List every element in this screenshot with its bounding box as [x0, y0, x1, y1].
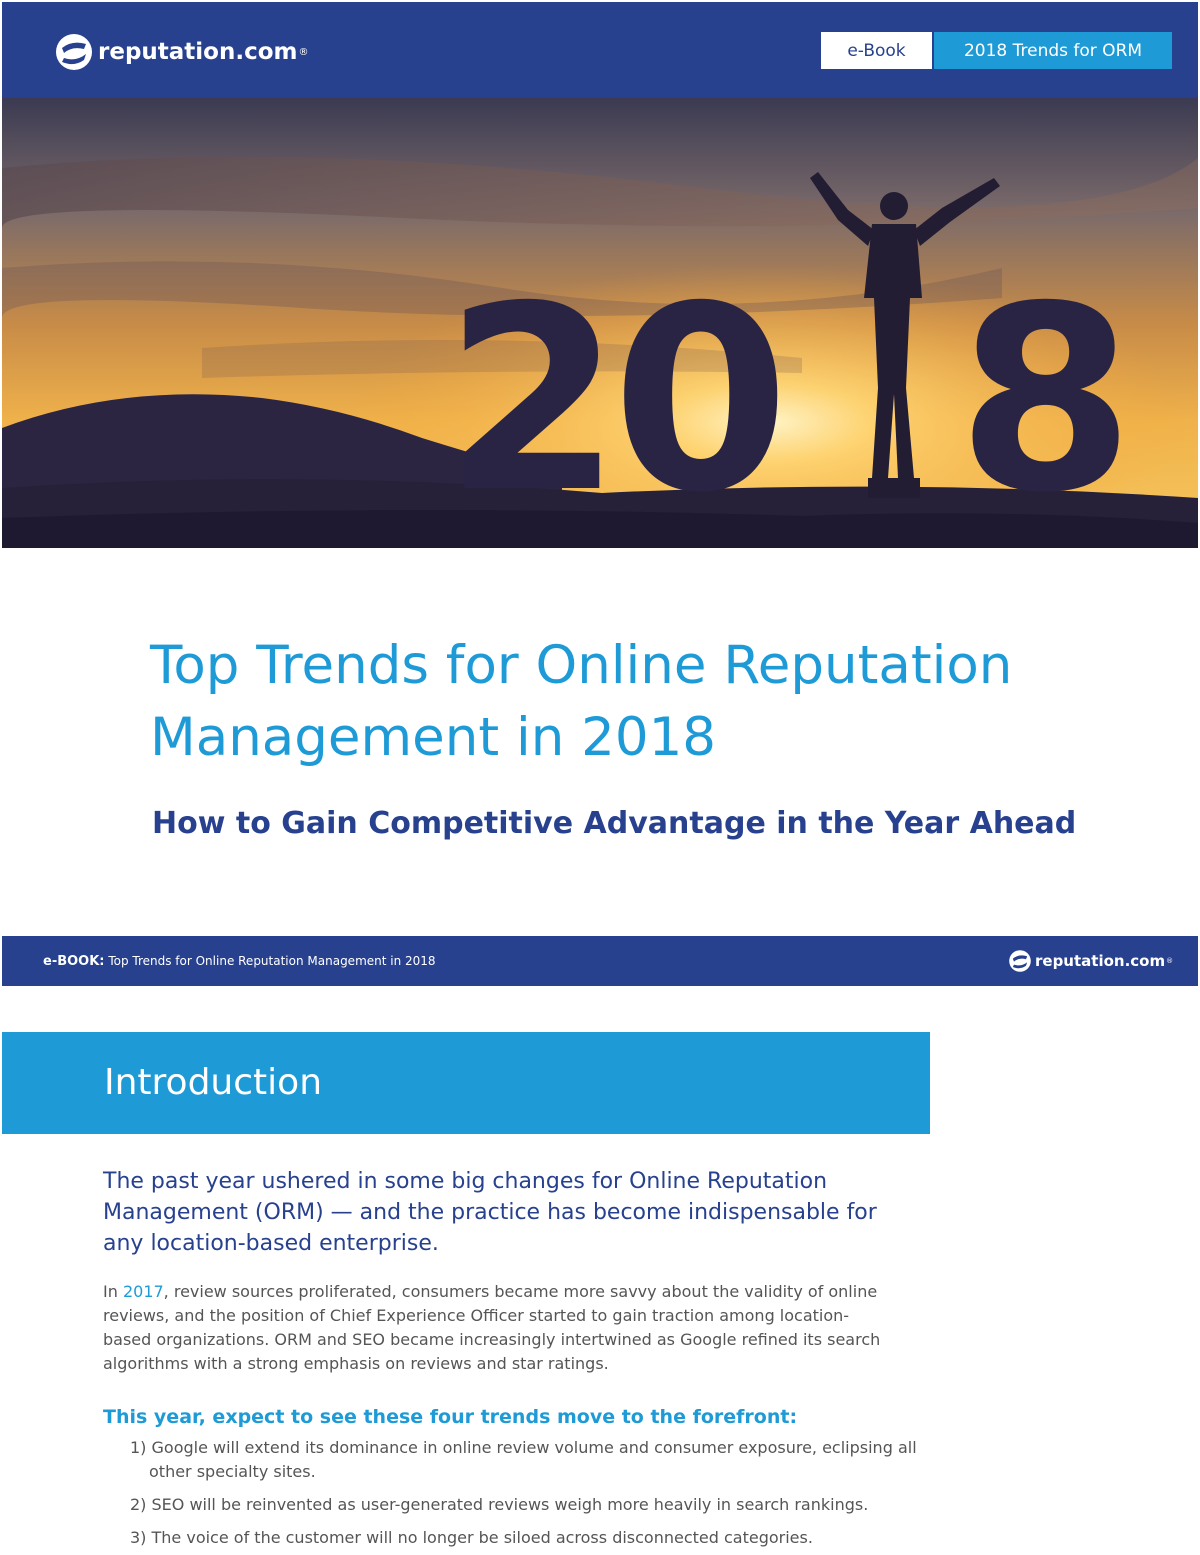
introduction-heading: Introduction	[104, 1062, 323, 1103]
running-header-prefix: e-BOOK:	[43, 954, 105, 969]
hero-image: 2 0 8	[2, 98, 1198, 548]
document-subtitle: How to Gain Competitive Advantage in the…	[152, 806, 1077, 841]
sunset-2018-illustration: 2 0 8	[2, 98, 1198, 548]
ebook-tag: e-Book	[821, 32, 932, 69]
body-rest: , review sources proliferated, consumers…	[103, 1282, 881, 1373]
list-item: 1) Google will extend its dominance in o…	[130, 1438, 917, 1481]
intro-lead-paragraph: The past year ushered in some big change…	[103, 1169, 877, 1256]
document-title: Top Trends for Online Reputation Managem…	[150, 630, 1130, 774]
ebook-page: reputation.com ® e-Book 2018 Trends for …	[0, 0, 1200, 1555]
year-digit-8: 8	[957, 252, 1134, 548]
reputation-logo-icon	[56, 34, 92, 70]
top-header-bar: reputation.com ® e-Book 2018 Trends for …	[2, 2, 1198, 98]
reputation-logo-icon	[1009, 950, 1031, 972]
trends-tag: 2018 Trends for ORM	[934, 32, 1172, 69]
title-line-2: Management in 2018	[150, 707, 717, 768]
year-2017-link[interactable]: 2017	[123, 1282, 164, 1301]
year-digit-2: 2	[444, 252, 621, 548]
logo-registered-mark: ®	[298, 46, 309, 58]
intro-body-paragraph: In 2017, review sources proliferated, co…	[103, 1280, 893, 1376]
body-prefix: In	[103, 1282, 123, 1301]
year-digit-0: 0	[612, 252, 789, 548]
logo-wordmark: reputation.com	[98, 39, 298, 65]
trends-list: 1) Google will extend its dominance in o…	[130, 1436, 930, 1555]
logo-wordmark: reputation.com	[1035, 952, 1166, 970]
title-line-1: Top Trends for Online Reputation	[150, 635, 1013, 696]
running-header: e-BOOK: Top Trends for Online Reputation…	[43, 954, 436, 969]
running-header-logo[interactable]: reputation.com ®	[1008, 946, 1173, 976]
brand-logo[interactable]: reputation.com ®	[54, 30, 309, 74]
logo-registered-mark: ®	[1166, 957, 1174, 965]
list-item: 3) The voice of the customer will no lon…	[130, 1528, 813, 1547]
page-header-bar: e-BOOK: Top Trends for Online Reputation…	[2, 936, 1198, 986]
running-header-title: Top Trends for Online Reputation Managem…	[108, 954, 436, 968]
introduction-banner: Introduction	[2, 1032, 930, 1134]
list-item: 2) SEO will be reinvented as user-genera…	[130, 1495, 869, 1514]
trends-heading: This year, expect to see these four tren…	[103, 1406, 798, 1428]
